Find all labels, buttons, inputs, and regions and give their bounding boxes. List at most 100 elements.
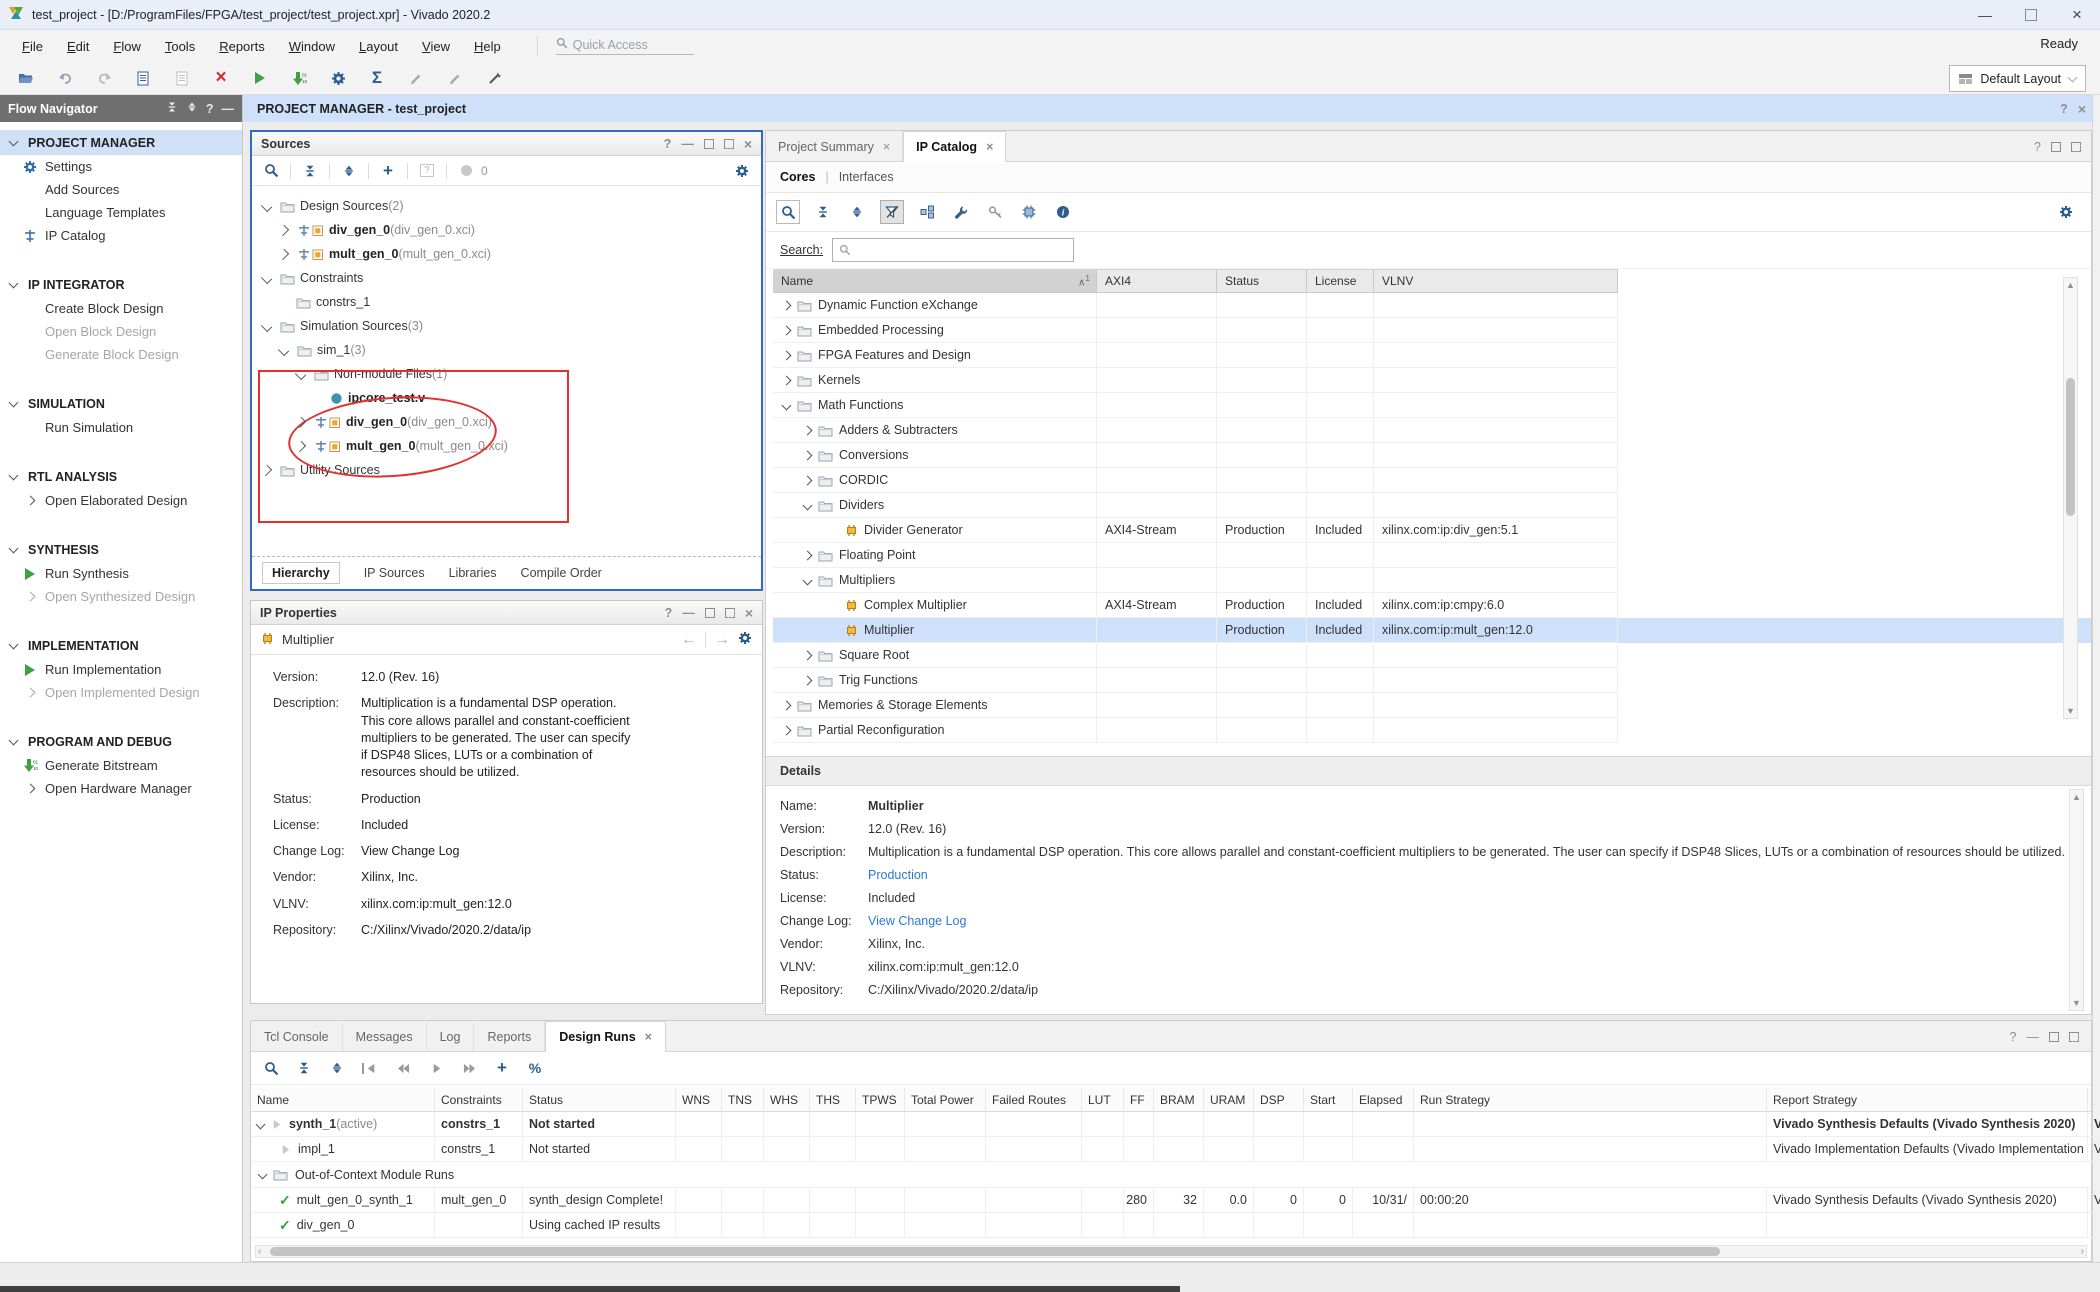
menu-edit[interactable]: Edit [55, 35, 101, 58]
runs-row-synth-1[interactable]: synth_1 (active)constrs_1Not startedViva… [251, 1112, 2091, 1137]
catalog-row-divider-generator[interactable]: Divider GeneratorAXI4-StreamProductionIn… [773, 518, 2091, 543]
gear-icon[interactable] [738, 631, 752, 648]
filter-icon[interactable] [880, 200, 904, 224]
flownav-item-open-hardware-manager[interactable]: Open Hardware Manager [0, 777, 242, 800]
catalog-row-kernels[interactable]: Kernels [773, 368, 2091, 393]
flownav-section-ip-integrator[interactable]: IP INTEGRATOR [0, 272, 242, 297]
property-value[interactable]: Production [361, 791, 633, 808]
runs-column-uram[interactable]: URAM [1204, 1088, 1254, 1111]
runs-column-failed-routes[interactable]: Failed Routes [986, 1088, 1082, 1111]
runs-row-impl-1[interactable]: impl_1constrs_1Not startedVivado Impleme… [251, 1137, 2091, 1162]
runs-column-report-strategy[interactable]: Report Strategy [1767, 1088, 2088, 1111]
subtab-cores[interactable]: Cores [780, 170, 815, 184]
redo-icon[interactable] [94, 68, 114, 88]
expand-all-icon[interactable] [186, 101, 198, 116]
menu-layout[interactable]: Layout [347, 35, 410, 58]
maximize-panel-icon[interactable] [704, 139, 714, 149]
runs-column-ff[interactable]: FF [1124, 1088, 1154, 1111]
runs-column-ths[interactable]: THS [810, 1088, 856, 1111]
runs-row-div-gen-0[interactable]: ✓div_gen_0Using cached IP results [251, 1213, 2091, 1238]
catalog-row-fpga-features-and-design[interactable]: FPGA Features and Design [773, 343, 2091, 368]
sources-panel-header[interactable]: Sources ? — × [252, 132, 761, 156]
menu-view[interactable]: View [410, 35, 462, 58]
collapse-all-icon[interactable] [300, 161, 320, 181]
collapse-all-icon[interactable] [166, 101, 178, 116]
expand-all-icon[interactable] [339, 161, 359, 181]
bottom-scrollbar[interactable] [0, 1286, 1180, 1292]
flownav-item-ip-catalog[interactable]: IP Catalog [0, 224, 242, 247]
runs-horizontal-scrollbar[interactable]: ‹ › [255, 1245, 2087, 1258]
runs-column-run-strategy[interactable]: Run Strategy [1414, 1088, 1767, 1111]
runs-column-constraints[interactable]: Constraints [435, 1088, 523, 1111]
help-doc-icon[interactable]: ? [417, 161, 437, 181]
search-icon[interactable] [776, 200, 800, 224]
search-icon[interactable] [261, 161, 281, 181]
close-icon[interactable]: × [883, 140, 890, 154]
menu-flow[interactable]: Flow [101, 35, 152, 58]
help-icon[interactable]: ? [664, 137, 672, 151]
device-chip-icon[interactable] [1018, 201, 1040, 223]
source-tree-item-utility-sources[interactable]: Utility Sources [252, 458, 761, 482]
close-panel-icon[interactable]: × [744, 136, 752, 152]
source-tree-item-non-module-files[interactable]: Non-module Files (1) [252, 362, 761, 386]
source-tree-item-mult-gen-0[interactable]: mult_gen_0 (mult_gen_0.xci) [252, 434, 761, 458]
gear-icon[interactable] [732, 161, 752, 181]
flownav-item-open-synthesized-design[interactable]: Open Synthesized Design [0, 585, 242, 608]
flownav-item-run-synthesis[interactable]: Run Synthesis [0, 562, 242, 585]
highlight-disabled-icon[interactable] [445, 68, 465, 88]
runs-column-dsp[interactable]: DSP [1254, 1088, 1304, 1111]
column-header-vlnv[interactable]: VLNV [1374, 269, 1618, 293]
prev-run-icon[interactable] [393, 1058, 413, 1078]
catalog-row-adders-subtracters[interactable]: Adders & Subtracters [773, 418, 2091, 443]
help-icon[interactable]: ? [2034, 140, 2041, 154]
catalog-row-dividers[interactable]: Dividers [773, 493, 2091, 518]
runs-column-total-power[interactable]: Total Power [905, 1088, 986, 1111]
source-tree-item-sim-1[interactable]: sim_1 (3) [252, 338, 761, 362]
runs-column-wns[interactable]: WNS [676, 1088, 722, 1111]
generate-bitstream-icon[interactable]: 0110 [289, 68, 309, 88]
catalog-row-embedded-processing[interactable]: Embedded Processing [773, 318, 2091, 343]
menu-tools[interactable]: Tools [153, 35, 207, 58]
ip-properties-header[interactable]: IP Properties ? — × [251, 601, 762, 625]
runs-column-lut[interactable]: LUT [1082, 1088, 1124, 1111]
minimize-panel-icon[interactable]: — [222, 102, 235, 116]
flownav-item-generate-bitstream[interactable]: 0110Generate Bitstream [0, 754, 242, 777]
add-sources-icon[interactable]: + [378, 161, 398, 181]
flownav-item-open-implemented-design[interactable]: Open Implemented Design [0, 681, 242, 704]
maximize-button[interactable] [2008, 0, 2054, 30]
help-icon[interactable]: ? [2010, 1030, 2017, 1044]
undo-icon[interactable] [55, 68, 75, 88]
menu-file[interactable]: File [10, 35, 55, 58]
flownav-section-simulation[interactable]: SIMULATION [0, 391, 242, 416]
source-tree-item-design-sources[interactable]: Design Sources (2) [252, 194, 761, 218]
catalog-vertical-scrollbar[interactable]: ▲ ▼ [2063, 277, 2078, 719]
runs-column-tns[interactable]: TNS [722, 1088, 764, 1111]
tab-project-summary[interactable]: Project Summary× [766, 132, 903, 161]
source-tree-item-constraints[interactable]: Constraints [252, 266, 761, 290]
tab-ip-catalog[interactable]: IP Catalog× [903, 131, 1006, 162]
create-run-icon[interactable]: + [492, 1058, 512, 1078]
runs-column-tpws[interactable]: TPWS [856, 1088, 905, 1111]
flownav-item-run-implementation[interactable]: Run Implementation [0, 658, 242, 681]
flownav-item-add-sources[interactable]: Add Sources [0, 178, 242, 201]
bottom-tab-reports[interactable]: Reports [474, 1022, 545, 1051]
close-panel-icon[interactable]: × [745, 605, 753, 621]
play-run-icon[interactable] [426, 1058, 446, 1078]
menu-help[interactable]: Help [462, 35, 513, 58]
flownav-section-rtl-analysis[interactable]: RTL ANALYSIS [0, 464, 242, 489]
float-panel-icon[interactable] [2069, 1032, 2079, 1042]
column-header-name[interactable]: Name∧1 [773, 269, 1097, 293]
flownav-item-language-templates[interactable]: Language Templates [0, 201, 242, 224]
catalog-row-partial-reconfiguration[interactable]: Partial Reconfiguration [773, 718, 2091, 743]
customize-wrench-icon[interactable] [950, 201, 972, 223]
wand-icon[interactable] [484, 68, 504, 88]
column-header-status[interactable]: Status [1217, 269, 1307, 293]
runs-column-elapsed[interactable]: Elapsed [1353, 1088, 1414, 1111]
source-tree-item-mult-gen-0[interactable]: mult_gen_0 (mult_gen_0.xci) [252, 242, 761, 266]
flownav-section-program-and-debug[interactable]: PROGRAM AND DEBUG [0, 729, 242, 754]
property-value[interactable]: View Change Log [361, 843, 633, 860]
runs-column-start[interactable]: Start [1304, 1088, 1353, 1111]
flownav-section-project-manager[interactable]: PROJECT MANAGER [0, 130, 242, 155]
bottom-tab-messages[interactable]: Messages [343, 1022, 427, 1051]
runs-column-whs[interactable]: WHS [764, 1088, 810, 1111]
